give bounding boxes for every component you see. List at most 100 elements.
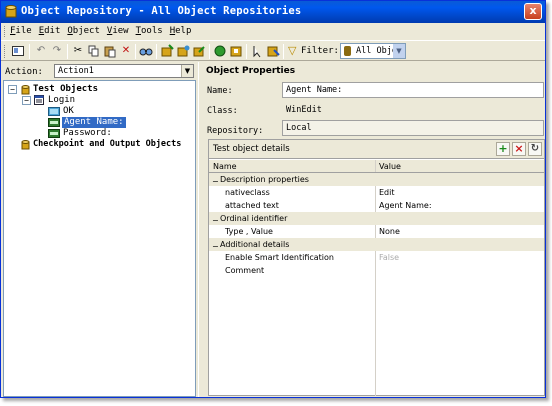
repository-icon xyxy=(21,140,30,150)
update-icon[interactable] xyxy=(176,44,190,58)
menu-grip[interactable] xyxy=(4,26,7,37)
property-value[interactable]: None xyxy=(379,225,400,238)
chevron-down-icon[interactable]: ▼ xyxy=(393,44,405,58)
menu-tools[interactable]: Tools xyxy=(136,26,163,36)
paste-icon[interactable] xyxy=(103,44,117,58)
cut-icon[interactable]: ✂ xyxy=(71,44,85,58)
panel-title: Object Properties xyxy=(206,66,296,76)
group-row[interactable]: − Description properties xyxy=(209,173,544,186)
refresh-icon[interactable]: ↻ xyxy=(528,142,542,156)
object-tree[interactable]: − Test Objects − Login OK Agent Name: Pa… xyxy=(3,80,196,397)
repository-label: Repository: xyxy=(207,126,264,136)
tree-node-checkpoints[interactable]: Checkpoint and Output Objects xyxy=(21,139,193,150)
class-label: Class: xyxy=(207,106,238,116)
action-value: Action1 xyxy=(58,66,94,76)
title-bar[interactable]: Object Repository - All Object Repositor… xyxy=(1,1,545,23)
menu-view[interactable]: View xyxy=(107,26,129,36)
filter-value: All Obje xyxy=(356,46,397,56)
column-header-name[interactable]: Name xyxy=(213,160,237,173)
object-properties-panel: Object Properties Name: Agent Name: Clas… xyxy=(198,62,545,397)
repository-icon xyxy=(344,46,351,56)
filter-label: Filter: xyxy=(301,46,339,56)
column-divider xyxy=(375,225,376,238)
window-title: Object Repository - All Object Repositor… xyxy=(21,5,302,17)
collapse-icon[interactable]: − xyxy=(8,85,17,94)
find-icon[interactable] xyxy=(139,44,153,58)
group-label: Ordinal identifier xyxy=(220,214,288,223)
menu-object[interactable]: Object xyxy=(67,26,100,36)
edit-field-icon xyxy=(48,129,60,138)
column-divider xyxy=(375,264,376,277)
tree-label: Login xyxy=(48,95,76,105)
toolbar-separator xyxy=(135,44,136,59)
property-name: Enable Smart Identification xyxy=(225,253,334,262)
close-button[interactable]: x xyxy=(524,3,542,20)
tree-node-ok[interactable]: OK xyxy=(48,106,188,117)
column-divider[interactable] xyxy=(375,160,376,172)
column-divider xyxy=(375,199,376,212)
left-panel: Action: Action1 ▼ − Test Objects − Login… xyxy=(1,62,196,397)
toolbar-separator xyxy=(246,44,247,59)
property-row[interactable]: Enable Smart Identification False xyxy=(209,251,544,264)
toolbar-separator xyxy=(209,44,210,59)
repository-value: Local xyxy=(282,120,544,136)
name-field[interactable]: Agent Name: xyxy=(282,82,544,98)
property-row[interactable]: Type , Value None xyxy=(209,225,544,238)
add-objects-icon[interactable] xyxy=(160,44,174,58)
merge-icon[interactable] xyxy=(213,44,227,58)
property-row[interactable]: attached text Agent Name: xyxy=(209,199,544,212)
column-divider xyxy=(375,277,376,396)
capture-icon[interactable] xyxy=(229,44,243,58)
grid-header-row: Name Value xyxy=(209,160,544,173)
copy-icon[interactable] xyxy=(87,44,101,58)
delete-icon[interactable]: ✕ xyxy=(119,44,133,58)
property-name: Type , Value xyxy=(225,227,273,236)
undo-icon[interactable]: ↶ xyxy=(34,44,48,58)
layout-icon[interactable] xyxy=(11,44,25,58)
group-row[interactable]: − Additional details xyxy=(209,238,544,251)
class-value: WinEdit xyxy=(282,102,544,118)
add-property-button[interactable]: + xyxy=(496,142,510,156)
action-label: Action: xyxy=(5,67,43,77)
property-value[interactable]: Edit xyxy=(379,186,395,199)
dialog-icon xyxy=(34,95,44,105)
highlight-icon[interactable] xyxy=(250,44,264,58)
property-row[interactable]: nativeclass Edit xyxy=(209,186,544,199)
toolbar-grip[interactable] xyxy=(4,45,7,58)
tree-node-password[interactable]: Password: xyxy=(48,128,188,139)
menu-file[interactable]: File xyxy=(10,26,32,36)
property-row[interactable]: Comment xyxy=(209,264,544,277)
group-label: Additional details xyxy=(220,240,290,249)
chevron-down-icon[interactable]: ▼ xyxy=(181,65,193,77)
export-icon[interactable] xyxy=(192,44,206,58)
repository-app-icon xyxy=(5,5,17,18)
group-row[interactable]: − Ordinal identifier xyxy=(209,212,544,225)
tree-label: Checkpoint and Output Objects xyxy=(33,139,182,149)
menu-help[interactable]: Help xyxy=(170,26,192,36)
property-name: Comment xyxy=(225,266,265,275)
column-divider xyxy=(375,186,376,199)
object-repository-window: Object Repository - All Object Repositor… xyxy=(0,0,546,398)
collapse-icon[interactable]: − xyxy=(22,96,31,105)
filter-combo[interactable]: All Obje ▼ xyxy=(340,43,406,59)
action-combo[interactable]: Action1 ▼ xyxy=(54,64,194,78)
tree-node-test-objects[interactable]: − Test Objects xyxy=(8,84,193,95)
column-divider xyxy=(375,251,376,264)
property-value[interactable]: Agent Name: xyxy=(379,199,432,212)
menu-edit[interactable]: Edit xyxy=(39,26,61,36)
toolbar-separator xyxy=(156,44,157,59)
locate-icon[interactable] xyxy=(266,44,280,58)
property-value[interactable]: False xyxy=(379,251,399,264)
repository-icon xyxy=(21,85,30,95)
column-header-value[interactable]: Value xyxy=(379,160,401,173)
toolbar-separator xyxy=(283,44,284,59)
tree-node-login[interactable]: − Login xyxy=(22,95,192,106)
toolbar-separator xyxy=(67,44,68,59)
tree-node-agent-name[interactable]: Agent Name: xyxy=(48,117,188,128)
property-name: nativeclass xyxy=(225,188,270,197)
remove-property-button[interactable]: × xyxy=(512,142,526,156)
redo-icon[interactable]: ↷ xyxy=(50,44,64,58)
property-name: attached text xyxy=(225,201,279,210)
tree-label: OK xyxy=(63,106,74,116)
menu-bar: File Edit Object View Tools Help xyxy=(1,23,545,40)
